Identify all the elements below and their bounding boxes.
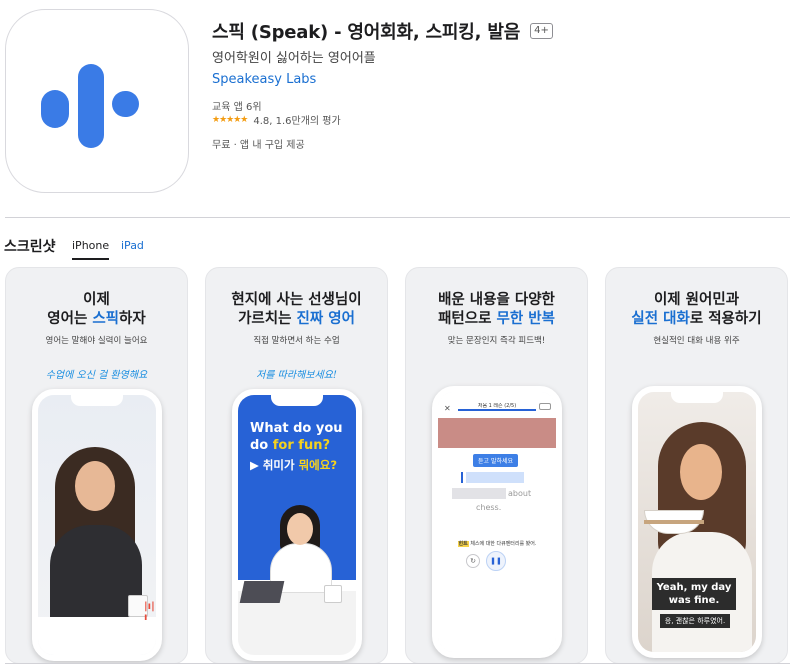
pause-icon[interactable]: ❚❚ [486,551,506,571]
cursor [461,472,463,483]
phone-screen: ✕ 처음 1 레슨 (2/5) 듣고 말하세요 about chess. 힌트 … [438,392,556,652]
phone-notch [671,392,723,403]
repeat-icon[interactable]: ↻ [466,554,480,568]
speaker-face [680,444,722,500]
subtitle-toggle-icon[interactable] [539,403,551,410]
card-handwritten-note: 저를 따라해보세요! [256,370,337,381]
answer-blank-2 [452,488,506,499]
phone-mockup: |ı|ı [32,389,162,661]
card-description: 직접 말하면서 하는 수업 [253,336,340,346]
laptop [239,581,285,603]
hint-text: 힌트 체스에 대한 다큐멘터리를 봤어. [457,541,537,547]
app-title: 스픽 (Speak) - 영어회화, 스피킹, 발음 [212,22,521,43]
phone-screen: |ı|ı [38,395,156,655]
card-headline-line2: 가르치는 진짜 영어 [238,311,355,327]
answer-blank-1 [466,472,524,483]
card-headline-line1: 현지에 사는 선생님이 [231,292,362,308]
tab-iphone[interactable]: iPhone [72,239,110,260]
lesson-progress-bar [458,409,536,411]
word-chess: chess. [476,503,502,512]
card-description: 영어는 말해야 실력이 늘어요 [45,336,148,346]
cup [324,585,342,603]
teacher-face [287,513,313,545]
app-icon-bar-1 [41,90,69,128]
card-headline-line2: 실전 대화로 적용하기 [631,311,762,327]
screenshots-heading: 스크린샷 [4,239,56,255]
english-prompt-line2: do for fun? [250,438,330,453]
card-description: 현실적인 대화 내용 위주 [653,336,740,346]
phone-screen: What do you do for fun? ▶ 취미가 뭐에요? [238,395,356,655]
card-headline-line2: 영어는 스픽하자 [47,311,146,327]
app-icon [5,9,189,193]
phone-mockup: Yeah, my day was fine. 응, 괜찮은 하루였어. [632,386,762,658]
phone-notch [271,395,323,406]
app-icon-bar-3 [112,91,139,117]
price-info: 무료 · 앱 내 구입 제공 [212,140,305,151]
speaker-photo [438,418,556,448]
age-rating-badge: 4+ [530,23,553,39]
phone-notch [71,395,123,406]
tab-ipad[interactable]: iPad [121,239,144,252]
app-icon-bar-2 [78,64,104,148]
category-rank[interactable]: 교육 앱 6위 [212,98,262,113]
developer-link[interactable]: Speakeasy Labs [212,72,316,87]
english-prompt-line1: What do you [250,421,343,436]
phone-screen: Yeah, my day was fine. 응, 괜찮은 하루였어. [638,392,756,652]
phone-mockup: ✕ 처음 1 레슨 (2/5) 듣고 말하세요 about chess. 힌트 … [432,386,562,658]
korean-translation: ▶ 취미가 뭐에요? [250,458,338,472]
star-rating-icon: ★★★★★ [212,114,248,125]
korean-caption: 응, 괜찮은 하루였어. [660,614,730,628]
rating-row: ★★★★★ 4.8, 1.6만개의 평가 [212,112,341,128]
screenshot-card-4[interactable]: 이제 원어민과 실전 대화로 적용하기 현실적인 대화 내용 위주 Yeah, … [605,267,788,664]
card-handwritten-note: 수업에 오신 걸 환영해요 [45,370,148,381]
app-title-row: 스픽 (Speak) - 영어회화, 스피킹, 발음 4+ [212,18,553,44]
phone-notch [471,392,523,403]
phone-mockup: What do you do for fun? ▶ 취미가 뭐에요? [232,389,362,661]
word-about: about [508,489,532,498]
card-headline-line1: 배운 내용을 다양한 [438,292,555,308]
speak-logo-icon: |ı|ı [144,601,155,623]
english-caption: Yeah, my day was fine. [652,578,736,610]
bowl-band [644,520,704,524]
bottom-divider [5,663,790,664]
card-headline-line2: 패턴으로 무한 반복 [438,311,555,327]
screenshot-card-1[interactable]: 이제 영어는 스픽하자 영어는 말해야 실력이 늘어요 수업에 오신 걸 환영해… [5,267,188,664]
screenshot-card-3[interactable]: 배운 내용을 다양한 패턴으로 무한 반복 맞는 문장인지 즉각 피드백! ✕ … [405,267,588,664]
card-headline-line1: 이제 원어민과 [653,292,740,308]
screenshot-card-2[interactable]: 현지에 사는 선생님이 가르치는 진짜 영어 직접 말하면서 하는 수업 저를 … [205,267,388,664]
rating-text: 4.8, 1.6만개의 평가 [253,116,341,127]
desk [38,617,156,655]
app-subtitle: 영어학원이 싫어하는 영어어플 [212,51,376,66]
card-headline-line1: 이제 [83,292,110,308]
card-description: 맞는 문장인지 즉각 피드백! [447,336,546,346]
teacher-face [75,461,115,511]
listen-and-speak-chip: 듣고 말하세요 [473,454,519,467]
section-divider [5,217,790,218]
